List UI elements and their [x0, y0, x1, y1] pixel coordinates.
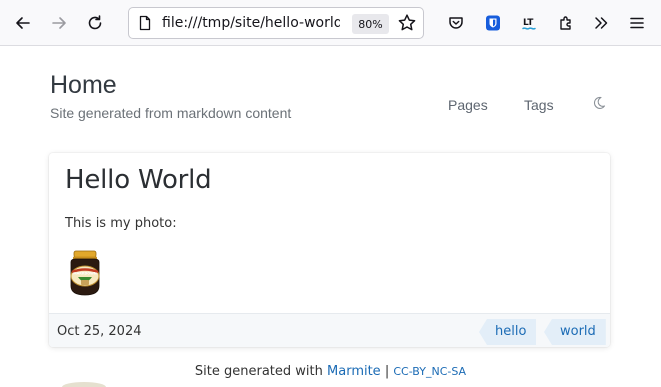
post-date: Oct 25, 2024	[57, 324, 142, 339]
browser-toolbar: file:///tmp/site/hello-world.l 80% LT	[0, 0, 661, 46]
footer-prefix: Site generated with	[194, 364, 323, 379]
hamburger-menu-icon	[630, 17, 644, 29]
tag-hello[interactable]: hello	[479, 319, 537, 345]
post-body-text: This is my photo:	[65, 216, 177, 231]
marmite-jar-image: MARKDOWN	[70, 250, 100, 296]
tag-world[interactable]: world	[544, 319, 606, 345]
url-text[interactable]: file:///tmp/site/hello-world.l	[162, 15, 340, 32]
languagetool-extension-button[interactable]: LT	[515, 8, 545, 38]
site-subtitle: Site generated from markdown content	[50, 105, 292, 121]
extensions-button[interactable]	[551, 8, 581, 38]
site-title[interactable]: Home	[50, 71, 117, 100]
double-chevron-right-icon	[595, 17, 608, 29]
bitwarden-shield-icon	[486, 15, 500, 31]
page-icon	[139, 15, 151, 31]
address-bar[interactable]: file:///tmp/site/hello-world.l 80%	[128, 7, 424, 39]
pocket-button[interactable]	[441, 8, 471, 38]
nav-link-tags[interactable]: Tags	[524, 97, 554, 113]
bitwarden-extension-button[interactable]	[478, 8, 508, 38]
moon-icon[interactable]	[592, 96, 606, 110]
overflow-menu-button[interactable]	[586, 8, 616, 38]
marmite-link[interactable]: Marmite	[327, 364, 381, 379]
app-menu-button[interactable]	[622, 8, 652, 38]
partial-avatar-image	[62, 382, 106, 387]
reload-icon	[88, 15, 102, 30]
reload-button[interactable]	[80, 8, 110, 38]
post-card: Hello World This is my photo: MARKDOWN O…	[49, 153, 610, 347]
site-footer: Site generated with Marmite | CC-BY_NC-S…	[0, 364, 661, 379]
back-button[interactable]	[8, 8, 38, 38]
bookmark-star-icon[interactable]	[397, 13, 417, 33]
license-link[interactable]: CC-BY_NC-SA	[393, 365, 466, 378]
puzzle-icon	[560, 16, 571, 30]
arrow-left-icon	[16, 17, 30, 29]
languagetool-icon: LT	[522, 18, 536, 30]
nav-link-pages[interactable]: Pages	[448, 97, 488, 113]
post-footer: Oct 25, 2024 hello world	[49, 313, 610, 347]
forward-button[interactable]	[44, 8, 74, 38]
arrow-right-icon	[52, 17, 66, 29]
svg-text:LT: LT	[523, 18, 534, 28]
post-title: Hello World	[65, 165, 212, 195]
svg-text:MARKDOWN: MARKDOWN	[73, 272, 97, 276]
zoom-level-badge[interactable]: 80%	[352, 14, 389, 34]
pocket-icon	[449, 17, 463, 29]
footer-separator: |	[384, 364, 390, 379]
